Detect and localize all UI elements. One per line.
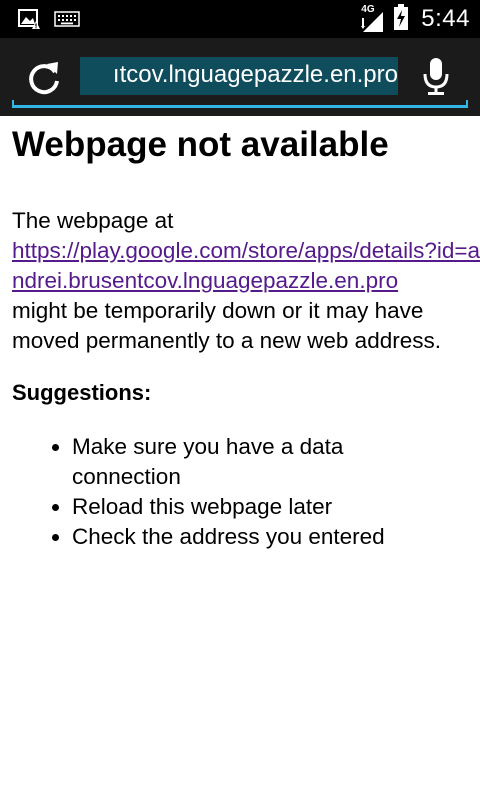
voice-search-button[interactable] xyxy=(420,56,452,98)
page-title: Webpage not available xyxy=(12,125,389,164)
url-field-underline xyxy=(12,100,468,108)
suggestion-item: Reload this webpage later xyxy=(72,492,412,522)
suggestion-item: Make sure you have a data connection xyxy=(72,432,412,492)
url-input[interactable]: ıtcov.lnguagepazzle.en.pro xyxy=(80,57,398,95)
browser-url-bar: ıtcov.lnguagepazzle.en.pro xyxy=(0,38,480,116)
reload-icon xyxy=(29,62,59,95)
error-page: Webpage not available The webpage at http… xyxy=(12,116,480,552)
url-text: ıtcov.lnguagepazzle.en.pro xyxy=(112,61,398,88)
error-message: The webpage at https://play.google.com/st… xyxy=(12,206,480,356)
image-warning-icon xyxy=(18,8,40,35)
message-prefix: The webpage at xyxy=(12,208,174,233)
suggestion-item: Check the address you entered xyxy=(72,522,412,552)
battery-charging-icon xyxy=(393,3,409,35)
keyboard-icon xyxy=(54,10,80,33)
reload-button[interactable] xyxy=(24,58,64,98)
suggestion-list: Make sure you have a data connection Rel… xyxy=(12,432,412,552)
system-status-icons: 4G 5:44 xyxy=(361,3,470,35)
signal-icon: 4G xyxy=(361,4,385,32)
microphone-icon xyxy=(423,58,449,95)
failed-url-link[interactable]: https://play.google.com/store/apps/detai… xyxy=(12,238,480,293)
status-bar: 4G 5:44 xyxy=(0,0,480,38)
message-suffix: might be temporarily down or it may have… xyxy=(12,298,441,353)
suggestions-heading: Suggestions: xyxy=(12,380,152,405)
clock: 5:44 xyxy=(421,5,470,32)
notification-icons xyxy=(18,8,80,35)
